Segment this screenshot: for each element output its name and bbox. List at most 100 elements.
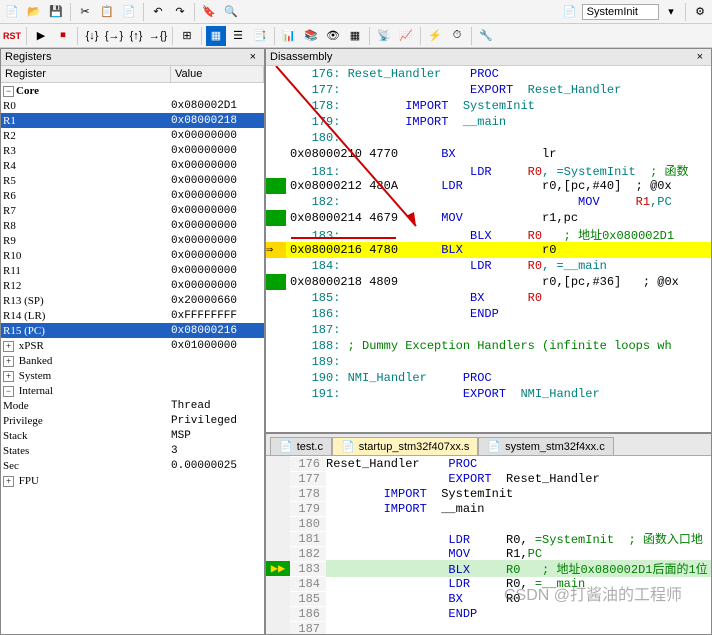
doc-icon[interactable]: 📄 [560,2,580,22]
register-row[interactable]: R13 (SP)0x20000660 [1,293,264,308]
run-to-icon[interactable]: →{} [148,26,168,46]
disasm-line[interactable]: 178: IMPORT SystemInit [266,98,711,114]
disasm-line[interactable]: 179: IMPORT __main [266,114,711,130]
register-row[interactable]: R40x00000000 [1,158,264,173]
window-icon[interactable]: ⊞ [177,26,197,46]
disasm-line[interactable]: 190: NMI_Handler PROC [266,370,711,386]
reset-icon[interactable]: RST [2,26,22,46]
registers-tree[interactable]: −CoreR00x080002D1R10x08000218R20x0000000… [1,83,264,634]
expander-icon[interactable]: + [3,341,14,352]
disasm-line[interactable]: 0x08000218 4809 r0,[pc,#36] ; @0x [266,274,711,290]
register-row[interactable]: R90x00000000 [1,233,264,248]
expander-icon[interactable]: + [3,476,14,487]
internal-node[interactable]: − Internal [1,383,264,398]
expander-icon[interactable]: − [3,386,14,397]
disasm-line[interactable]: 177: EXPORT Reset_Handler [266,82,711,98]
register-row[interactable]: R50x00000000 [1,173,264,188]
expander-icon[interactable]: + [3,371,14,382]
fpu-node[interactable]: + FPU [1,473,264,488]
disasm-line[interactable]: ⇒0x08000216 4780 BLX r0 [266,242,711,258]
step-in-icon[interactable]: {↓} [82,26,102,46]
watch-icon[interactable]: 👁 [323,26,343,46]
source-line[interactable]: 176Reset_Handler PROC [266,456,711,471]
stop-icon[interactable]: ⏹ [53,26,73,46]
source-line[interactable]: 177 EXPORT Reset_Handler [266,471,711,486]
disasm-line[interactable]: 181: LDR R0, =SystemInit ; 函数 [266,162,711,178]
disasm-line[interactable]: 189: [266,354,711,370]
callstack-icon[interactable]: 📚 [301,26,321,46]
source-line[interactable]: 187 [266,621,711,634]
cut-icon[interactable]: ✂ [75,2,95,22]
register-row[interactable]: + xPSR0x01000000 [1,338,264,353]
register-row[interactable]: R60x00000000 [1,188,264,203]
disasm-line[interactable]: 183: BLX R0 ; 地址0x080002D1 [266,226,711,242]
disasm-line[interactable]: 0x08000214 4679 MOV r1,pc [266,210,711,226]
source-line[interactable]: 186 ENDP [266,606,711,621]
system-node[interactable]: + System [1,368,264,383]
source-line[interactable]: 184 LDR R0, =__main [266,576,711,591]
tab-system[interactable]: 📄system_stm32f4xx.c [478,437,613,455]
disasm-line[interactable]: 0x08000210 4770 BX lr [266,146,711,162]
disasm-line[interactable]: 191: EXPORT NMI_Handler [266,386,711,402]
disasm-line[interactable]: 187: [266,322,711,338]
open-icon[interactable]: 📂 [24,2,44,22]
register-row[interactable]: ModeThread [1,398,264,413]
col-register[interactable]: Register [1,66,171,82]
new-icon[interactable]: 📄 [2,2,22,22]
bookmark-icon[interactable]: 🔖 [199,2,219,22]
expander-icon[interactable]: + [3,356,14,367]
tools-icon[interactable]: 🔧 [476,26,496,46]
disasm-line[interactable]: 180: [266,130,711,146]
disasm-line[interactable]: 185: BX R0 [266,290,711,306]
register-row[interactable]: R110x00000000 [1,263,264,278]
disasm-line[interactable]: 186: ENDP [266,306,711,322]
register-row[interactable]: R14 (LR)0xFFFFFFFF [1,308,264,323]
step-out-icon[interactable]: {↑} [126,26,146,46]
step-over-icon[interactable]: {→} [104,26,124,46]
close-icon[interactable]: × [246,51,260,63]
find-icon[interactable]: 🔍 [221,2,241,22]
register-row[interactable]: PrivilegePrivileged [1,413,264,428]
symbols-icon[interactable]: 📑 [250,26,270,46]
close-icon[interactable]: × [693,51,707,63]
source-line[interactable]: 185 BX R0 [266,591,711,606]
register-row[interactable]: R30x00000000 [1,143,264,158]
source-line[interactable]: 178 IMPORT SystemInit [266,486,711,501]
register-row[interactable]: R70x00000000 [1,203,264,218]
disasm-line[interactable]: 0x08000212 480A LDR r0,[pc,#40] ; @0x [266,178,711,194]
disasm-line[interactable]: 184: LDR R0, =__main [266,258,711,274]
tab-startup[interactable]: 📄startup_stm32f407xx.s [332,437,478,455]
tab-test-c[interactable]: 📄test.c [270,437,332,455]
cmd-icon[interactable]: ▦ [206,26,226,46]
register-row[interactable]: StackMSP [1,428,264,443]
register-row[interactable]: R80x00000000 [1,218,264,233]
core-node[interactable]: Core [16,85,39,97]
redo-icon[interactable]: ↷ [170,2,190,22]
register-row[interactable]: R00x080002D1 [1,98,264,113]
dropdown-icon[interactable]: ▾ [661,2,681,22]
disasm-line[interactable]: 188: ; Dummy Exception Handlers (infinit… [266,338,711,354]
register-row[interactable]: R15 (PC)0x08000216 [1,323,264,338]
paste-icon[interactable]: 📄 [119,2,139,22]
save-icon[interactable]: 💾 [46,2,66,22]
copy-icon[interactable]: 📋 [97,2,117,22]
col-value[interactable]: Value [171,66,264,82]
memory-icon[interactable]: ▦ [345,26,365,46]
register-row[interactable]: States3 [1,443,264,458]
analyzer-icon[interactable]: 📈 [396,26,416,46]
combo-systeminit[interactable]: SystemInit [582,4,659,20]
register-row[interactable]: R10x08000218 [1,113,264,128]
register-row[interactable]: Sec0.00000025 [1,458,264,473]
registers-icon[interactable]: 📊 [279,26,299,46]
source-line[interactable]: 181 LDR R0, =SystemInit ; 函数入口地 [266,531,711,546]
config-icon[interactable]: ⚙ [690,2,710,22]
source-line[interactable]: 182 MOV R1,PC [266,546,711,561]
undo-icon[interactable]: ↶ [148,2,168,22]
register-row[interactable]: R20x00000000 [1,128,264,143]
expander-icon[interactable]: − [3,86,14,97]
register-row[interactable]: R100x00000000 [1,248,264,263]
register-row[interactable]: R120x00000000 [1,278,264,293]
serial-icon[interactable]: 📡 [374,26,394,46]
disassembly-body[interactable]: 176: Reset_Handler PROC 177: EXPORT Rese… [266,66,711,432]
source-line[interactable]: ▶▶183 BLX R0 ; 地址0x080002D1后面的1位 [266,561,711,576]
